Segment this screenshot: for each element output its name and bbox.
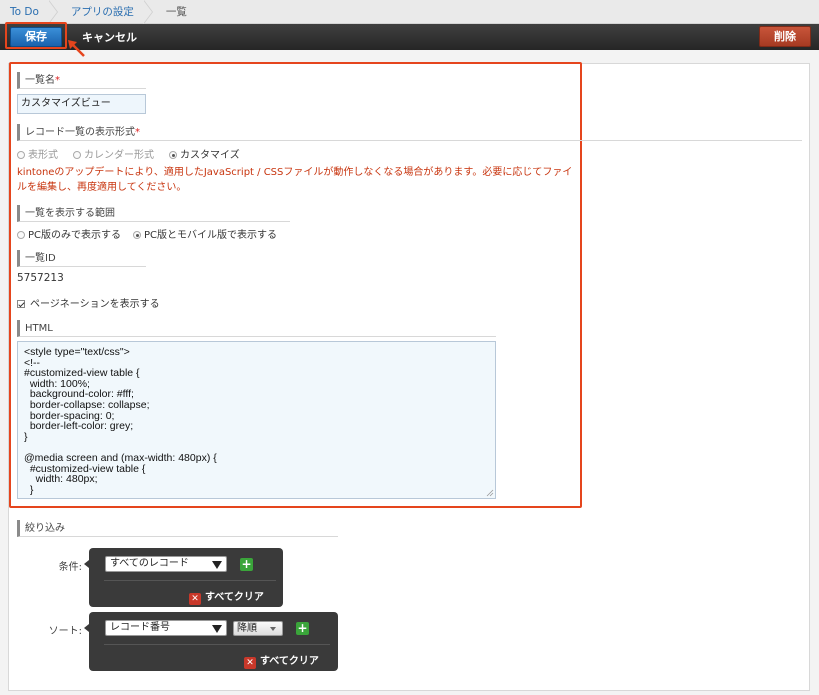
condition-divider xyxy=(104,580,276,581)
view-id-label: 一覧ID xyxy=(17,250,146,267)
radio-circle-selected xyxy=(169,151,177,159)
add-condition-button[interactable]: + xyxy=(240,558,253,571)
save-highlight-box xyxy=(5,22,67,49)
add-sort-button[interactable]: + xyxy=(296,622,309,635)
pointer-arrow-icon xyxy=(68,40,85,57)
sort-divider xyxy=(104,644,330,645)
sort-field-select[interactable]: レコード番号 xyxy=(105,620,227,636)
radio-pc-only[interactable]: PC版のみで表示する xyxy=(17,226,121,241)
radio-calendar-format[interactable]: カレンダー形式 xyxy=(73,146,154,161)
sort-order-select[interactable]: 降順 xyxy=(233,621,283,636)
pagination-checkbox[interactable]: ページネーションを表示する xyxy=(17,295,160,310)
breadcrumb-app-settings[interactable]: アプリの設定 xyxy=(61,0,144,24)
breadcrumb-current: 一覧 xyxy=(165,5,187,18)
radio-circle-selected xyxy=(133,231,141,239)
sort-label: ソート: xyxy=(48,626,82,637)
cancel-button[interactable]: キャンセル xyxy=(82,29,137,45)
delete-button[interactable]: 削除 xyxy=(759,26,811,47)
clear-x-icon: ✕ xyxy=(244,657,256,669)
checkbox-checked-icon xyxy=(17,300,25,308)
html-label: HTML xyxy=(17,320,496,337)
dropdown-caret-icon xyxy=(212,561,222,569)
radio-table-format[interactable]: 表形式 xyxy=(17,146,58,161)
display-format-label: レコード一覧の表示形式* xyxy=(17,124,802,141)
view-name-input[interactable]: カスタマイズビュー xyxy=(17,94,146,114)
breadcrumb-separator xyxy=(47,0,61,24)
radio-circle xyxy=(17,151,25,159)
breadcrumb-todo[interactable]: To Do xyxy=(0,0,49,24)
clear-x-icon: ✕ xyxy=(189,593,201,605)
html-code-textarea[interactable]: <style type="text/css"> <!-- #customized… xyxy=(17,341,496,499)
resize-handle-icon[interactable] xyxy=(486,489,494,497)
condition-label: 条件: xyxy=(58,562,82,573)
clear-conditions-button[interactable]: ✕ すべてクリア xyxy=(189,588,264,605)
update-warning-text: kintoneのアップデートにより、適用したJavaScript / CSSファ… xyxy=(17,167,573,193)
toolbar: 保存 キャンセル 削除 xyxy=(0,24,819,50)
radio-pc-and-mobile[interactable]: PC版とモバイル版で表示する xyxy=(133,226,277,241)
radio-circle xyxy=(73,151,81,159)
dropdown-caret-icon xyxy=(212,625,222,633)
breadcrumb-separator xyxy=(142,0,156,24)
display-scope-label: 一覧を表示する範囲 xyxy=(17,205,290,222)
condition-select[interactable]: すべてのレコード xyxy=(105,556,227,572)
radio-customize-format[interactable]: カスタマイズ xyxy=(169,146,240,161)
clear-sort-button[interactable]: ✕ すべてクリア xyxy=(244,652,319,669)
dropdown-caret-icon xyxy=(270,627,276,631)
view-name-label: 一覧名* xyxy=(17,72,146,89)
view-id-value: 5757213 xyxy=(17,272,64,284)
radio-circle xyxy=(17,231,25,239)
breadcrumb: To Do アプリの設定 一覧 xyxy=(0,0,819,24)
filter-section-label: 絞り込み xyxy=(17,520,338,537)
